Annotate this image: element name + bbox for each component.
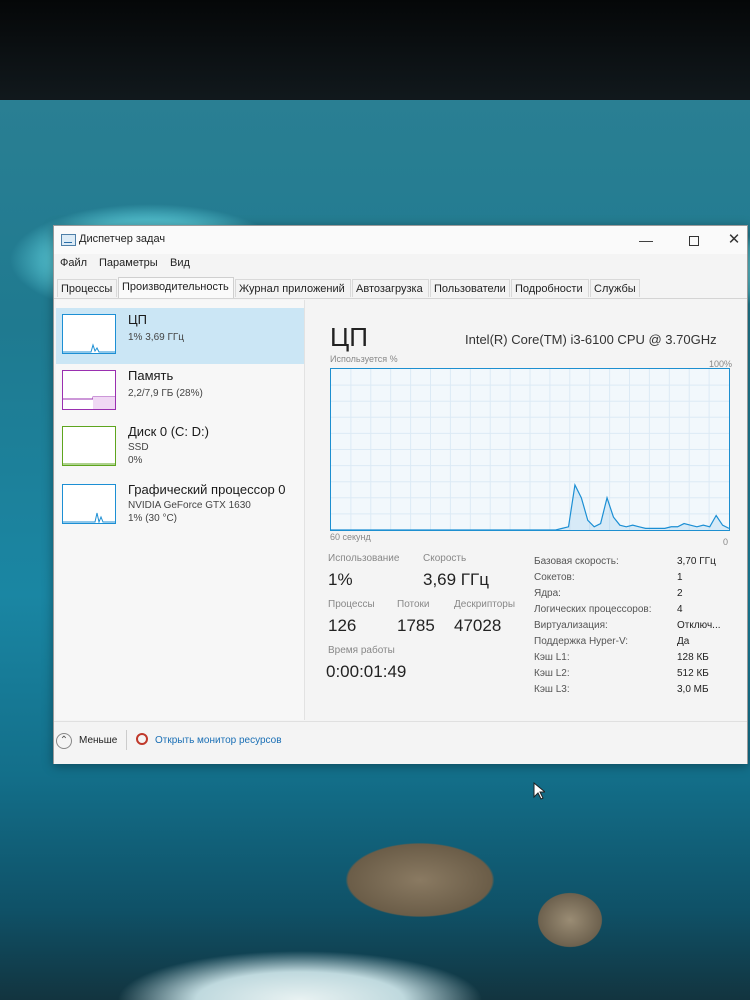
info-key: Базовая скорость: bbox=[534, 556, 619, 567]
maximize-button[interactable] bbox=[674, 229, 714, 251]
uptime-label: Время работы bbox=[328, 645, 395, 656]
tab-services[interactable]: Службы bbox=[590, 279, 640, 297]
graph-usage-label: Используется % bbox=[330, 354, 398, 364]
cpu-heading: ЦП bbox=[330, 322, 368, 352]
resource-title: Диск 0 (C: D:) bbox=[128, 424, 209, 439]
uptime-value: 0:00:01:49 bbox=[326, 662, 407, 681]
resource-memory[interactable]: Память 2,2/7,9 ГБ (28%) bbox=[56, 364, 304, 420]
cpu-usage-graph-svg bbox=[331, 369, 729, 530]
title-bar[interactable]: Диспетчер задач — ✕ bbox=[54, 226, 747, 254]
menu-view[interactable]: Вид bbox=[170, 257, 190, 269]
chevron-up-icon[interactable]: ⌃ bbox=[56, 733, 72, 749]
resource-subtitle: 2,2/7,9 ГБ (28%) bbox=[128, 388, 203, 399]
cpu-usage-graph bbox=[330, 368, 730, 531]
resource-title: Графический процессор 0 bbox=[128, 482, 286, 497]
monitor-bezel bbox=[0, 0, 750, 108]
info-value: 1 bbox=[677, 572, 683, 583]
info-row: Логических процессоров: 4 bbox=[534, 604, 734, 620]
speed-label: Скорость bbox=[423, 553, 467, 564]
info-value: 3,0 МБ bbox=[677, 684, 709, 695]
cpu-thumbnail-graph bbox=[62, 314, 116, 354]
resource-disk[interactable]: Диск 0 (C: D:) SSD 0% bbox=[56, 420, 304, 476]
resource-subtitle-2: 1% (30 °C) bbox=[128, 513, 178, 524]
tab-performance[interactable]: Производительность bbox=[118, 277, 234, 298]
info-value: 2 bbox=[677, 588, 683, 599]
info-value: 3,70 ГГц bbox=[677, 556, 716, 567]
resource-subtitle: 1% 3,69 ГГц bbox=[128, 332, 185, 343]
menu-options[interactable]: Параметры bbox=[99, 257, 158, 269]
minimize-button[interactable]: — bbox=[626, 229, 666, 251]
footer-divider bbox=[126, 730, 127, 750]
utilization-label: Использование bbox=[328, 553, 400, 564]
maximize-icon bbox=[689, 236, 699, 247]
resource-subtitle: SSD bbox=[128, 442, 149, 453]
cpu-model: Intel(R) Core(TM) i3-6100 CPU @ 3.70GHz bbox=[465, 332, 717, 347]
open-resource-monitor-link[interactable]: Открыть монитор ресурсов bbox=[155, 735, 282, 746]
resource-cpu[interactable]: ЦП 1% 3,69 ГГц bbox=[56, 308, 304, 364]
utilization-value: 1% bbox=[328, 570, 353, 589]
info-row: Поддержка Hyper-V: Да bbox=[534, 636, 734, 652]
info-key: Кэш L3: bbox=[534, 684, 570, 695]
info-value: 128 КБ bbox=[677, 652, 709, 663]
disk-thumbnail-graph bbox=[62, 426, 116, 466]
fewer-details-button[interactable]: Меньше bbox=[79, 735, 117, 746]
info-row: Кэш L2: 512 КБ bbox=[534, 668, 734, 684]
tab-startup[interactable]: Автозагрузка bbox=[352, 279, 429, 297]
threads-label: Потоки bbox=[397, 599, 430, 610]
close-button[interactable]: ✕ bbox=[714, 229, 750, 251]
info-value: Да bbox=[677, 636, 690, 647]
menu-file[interactable]: Файл bbox=[60, 257, 87, 269]
resource-title: ЦП bbox=[128, 312, 147, 327]
info-row: Ядра: 2 bbox=[534, 588, 734, 604]
info-key: Логических процессоров: bbox=[534, 604, 652, 615]
resource-gpu[interactable]: Графический процессор 0 NVIDIA GeForce G… bbox=[56, 478, 304, 534]
speed-value: 3,69 ГГц bbox=[423, 570, 489, 589]
resource-monitor-icon[interactable] bbox=[136, 733, 148, 745]
info-row: Кэш L3: 3,0 МБ bbox=[534, 684, 734, 700]
info-key: Поддержка Hyper-V: bbox=[534, 636, 629, 647]
task-manager-icon bbox=[61, 234, 76, 246]
footer-bar: ⌃ Меньше Открыть монитор ресурсов bbox=[54, 721, 747, 764]
graph-zero-label: 0 bbox=[723, 537, 729, 547]
menu-bar: Файл Параметры Вид bbox=[54, 254, 747, 272]
handles-value: 47028 bbox=[454, 616, 502, 635]
resource-subtitle: NVIDIA GeForce GTX 1630 bbox=[128, 500, 251, 511]
resource-list: ЦП 1% 3,69 ГГц Память 2,2/7,9 ГБ (28%) Д… bbox=[56, 300, 305, 720]
info-key: Сокетов: bbox=[534, 572, 575, 583]
info-key: Виртуализация: bbox=[534, 620, 608, 631]
info-row: Сокетов: 1 bbox=[534, 572, 734, 588]
cpu-info-table: Базовая скорость: 3,70 ГГц Сокетов: 1 Ядра… bbox=[534, 556, 734, 700]
tab-processes[interactable]: Процессы bbox=[57, 279, 117, 297]
info-value: 512 КБ bbox=[677, 668, 709, 679]
processes-label: Процессы bbox=[328, 599, 375, 610]
info-value: Отключ... bbox=[677, 620, 721, 631]
gpu-thumbnail-graph bbox=[62, 484, 116, 524]
threads-value: 1785 bbox=[397, 616, 435, 635]
window-title: Диспетчер задач bbox=[79, 233, 166, 245]
tab-bar: Процессы Производительность Журнал прило… bbox=[54, 274, 747, 299]
info-key: Ядра: bbox=[534, 588, 561, 599]
tab-users[interactable]: Пользователи bbox=[430, 279, 510, 297]
resource-title: Память bbox=[128, 368, 174, 383]
info-row: Виртуализация: Отключ... bbox=[534, 620, 734, 636]
resource-subtitle-2: 0% bbox=[128, 455, 143, 466]
info-key: Кэш L2: bbox=[534, 668, 570, 679]
handles-label: Дескрипторы bbox=[454, 599, 516, 610]
processes-value: 126 bbox=[328, 616, 357, 635]
tab-app-history[interactable]: Журнал приложений bbox=[235, 279, 351, 297]
task-manager-window: Диспетчер задач — ✕ Файл Параметры Вид П… bbox=[53, 225, 748, 764]
graph-time-label: 60 секунд bbox=[330, 532, 371, 542]
info-row: Базовая скорость: 3,70 ГГц bbox=[534, 556, 734, 572]
info-row: Кэш L1: 128 КБ bbox=[534, 652, 734, 668]
info-value: 4 bbox=[677, 604, 683, 615]
memory-thumbnail-graph bbox=[62, 370, 116, 410]
info-key: Кэш L1: bbox=[534, 652, 570, 663]
tab-details[interactable]: Подробности bbox=[511, 279, 589, 297]
